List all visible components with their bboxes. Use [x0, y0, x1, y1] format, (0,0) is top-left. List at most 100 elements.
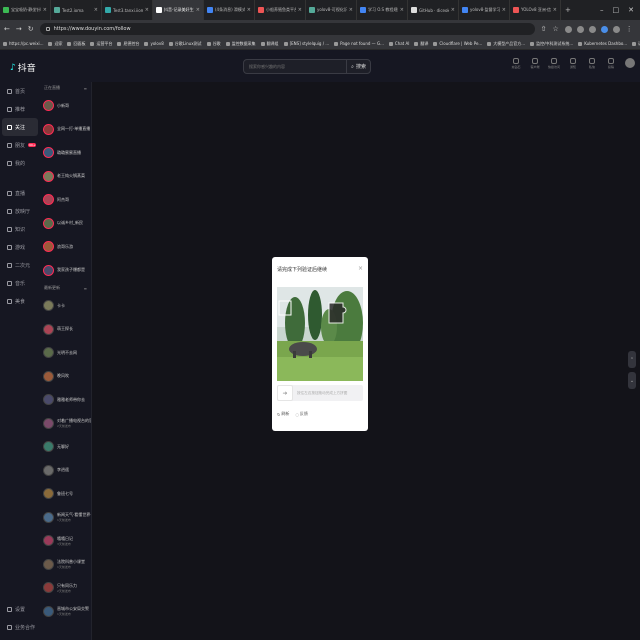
close-window-icon[interactable]: ✕	[628, 6, 634, 14]
following-item[interactable]: 全网一打·单播直播	[40, 118, 91, 142]
profile-avatar-icon[interactable]	[612, 25, 620, 33]
close-tab-icon[interactable]: ×	[94, 7, 98, 13]
next-video-button[interactable]: ⌄	[628, 372, 636, 389]
bookmark-item[interactable]: [ENS] stylelquig / ...	[283, 41, 329, 46]
following-item[interactable]: 光明不去网	[40, 341, 91, 365]
nav-item[interactable]: 音乐	[0, 274, 40, 292]
captcha-close-button[interactable]: ×	[358, 265, 363, 272]
slider-handle[interactable]: ➜	[277, 385, 293, 401]
nav-item[interactable]: 知识	[0, 220, 40, 238]
bookmark-item[interactable]: yolov8	[144, 41, 164, 46]
following-item[interactable]: 嘻嘻日记 3天前发布	[40, 529, 91, 553]
header-action[interactable]: 客户端	[529, 58, 541, 69]
bookmark-item[interactable]: 谷歌	[206, 41, 221, 47]
browser-tab[interactable]: 小船养殖鱼类平台 ×	[255, 0, 306, 20]
close-tab-icon[interactable]: ×	[502, 7, 506, 13]
following-item[interactable]: 无聊好	[40, 435, 91, 459]
bookmark-item[interactable]: 谷歌Linux测试	[168, 41, 202, 47]
list-menu-icon[interactable]: ≡	[84, 286, 87, 291]
nav-item[interactable]: 业务合作	[0, 618, 40, 636]
following-item[interactable]: 雅雅老师带你去	[40, 388, 91, 412]
close-tab-icon[interactable]: ×	[247, 7, 251, 13]
following-item[interactable]: 新闻天气·看懂世界一…1天前发布	[40, 506, 91, 530]
minimize-icon[interactable]: –	[600, 6, 604, 14]
browser-tab[interactable]: YOLOv8 亚洲·信仰×	[510, 0, 561, 20]
close-tab-icon[interactable]: ×	[43, 7, 47, 13]
bookmark-item[interactable]: 监控/中科测试系统...	[530, 41, 573, 47]
url-field[interactable]: https://www.douyin.com/follow	[39, 23, 535, 35]
bookmark-item[interactable]: 大模型产品官方...	[487, 41, 525, 47]
browser-tab[interactable]: 宝宝吸奶·静坐针吹聊×	[0, 0, 51, 20]
bookmark-item[interactable]: https://pc.weixi...	[3, 41, 43, 46]
following-item[interactable]: 对着广播电视台的官方2天前发布	[40, 412, 91, 436]
nav-item[interactable]: 关注	[2, 118, 38, 136]
browser-tab[interactable]: Test3.tanxi.iioma×	[102, 0, 153, 20]
nav-item[interactable]: 我的	[0, 154, 40, 172]
nav-item[interactable]: 推荐	[0, 100, 40, 118]
following-item[interactable]: 以诚乡村_新民	[40, 212, 91, 236]
following-item[interactable]: 卡卡	[40, 294, 91, 318]
following-item[interactable]: 法院科普小课堂 1天前发布	[40, 553, 91, 577]
menu-icon[interactable]: ⋮	[626, 25, 633, 33]
bookmark-item[interactable]: 翻译	[414, 41, 428, 47]
following-item[interactable]: 晋城市公安局交警 1天前发布	[40, 600, 91, 624]
new-tab-button[interactable]: +	[565, 6, 571, 14]
following-item[interactable]: 璐璐蜜蜜直播	[40, 141, 91, 165]
close-tab-icon[interactable]: ×	[145, 7, 149, 13]
header-action[interactable]: 通知	[567, 58, 579, 69]
extension-icon[interactable]	[576, 25, 584, 33]
bookmark-item[interactable]: 翻译组	[260, 41, 279, 47]
bookmark-item[interactable]: 回面板	[67, 41, 85, 47]
header-action[interactable]: 私信	[586, 58, 598, 69]
nav-item[interactable]: 二次元	[0, 256, 40, 274]
close-tab-icon[interactable]: ×	[400, 7, 404, 13]
bookmark-item[interactable]: Page not found — G...	[334, 41, 384, 46]
bookmark-item[interactable]: 迎家	[48, 41, 62, 47]
search-button[interactable]: ⌕ 搜索	[346, 60, 370, 73]
following-item[interactable]: 我家孩子爆都是	[40, 259, 91, 283]
nav-item[interactable]: 游戏	[0, 238, 40, 256]
user-avatar-button[interactable]	[624, 58, 636, 69]
reload-icon[interactable]: ↻	[28, 25, 34, 33]
bookmark-item[interactable]: 语音服务平台	[632, 41, 640, 47]
following-item[interactable]: 只有同乐力 2天前发布	[40, 576, 91, 600]
following-item[interactable]: 浪哥乐游	[40, 235, 91, 259]
header-action[interactable]: 快捷访问	[548, 58, 560, 69]
header-action[interactable]: 投稿	[605, 58, 617, 69]
close-tab-icon[interactable]: ×	[349, 7, 353, 13]
following-item[interactable]: 老王炖火锅蒸菜	[40, 165, 91, 189]
bookmark-item[interactable]: 监控数据采集	[225, 41, 256, 47]
bookmark-item[interactable]: Chat AI	[388, 41, 409, 46]
bookmark-item[interactable]: Kubernetes Dashbo...	[578, 41, 627, 46]
list-menu-icon[interactable]: ≡	[84, 86, 87, 91]
maximize-icon[interactable]: □	[613, 6, 620, 14]
following-item[interactable]: 小新哥	[40, 94, 91, 118]
following-item[interactable]: 阿杰哥	[40, 188, 91, 212]
header-action[interactable]: 充钻石	[510, 58, 522, 69]
close-tab-icon[interactable]: ×	[196, 7, 200, 13]
douyin-logo[interactable]: ♪ 抖音	[10, 61, 36, 75]
browser-tab[interactable]: 学习 O.S 教程规则文×	[357, 0, 408, 20]
extension-icon[interactable]	[588, 25, 596, 33]
prev-video-button[interactable]: ⌃	[628, 351, 636, 368]
following-item[interactable]: 鲁班七号	[40, 482, 91, 506]
nav-item[interactable]: 朋友 99+	[0, 136, 40, 154]
nav-item[interactable]: 美食	[0, 292, 40, 310]
browser-tab[interactable]: yolov8-可视化识图工具×	[306, 0, 357, 20]
close-tab-icon[interactable]: ×	[451, 7, 455, 13]
bookmark-item[interactable]: Cloudflare | Web Pe...	[433, 41, 482, 46]
refresh-button[interactable]: ↻ 刷新	[277, 411, 289, 417]
following-item[interactable]: 晚风吹	[40, 365, 91, 389]
close-tab-icon[interactable]: ×	[553, 7, 557, 13]
browser-tab[interactable]: (4条消息) 滑模式辅助定×	[204, 0, 255, 20]
nav-item[interactable]: 首页	[0, 82, 40, 100]
forward-icon[interactable]: →	[16, 25, 22, 33]
browser-tab[interactable]: 抖音-记录美好生活×	[153, 0, 204, 20]
bookmark-item[interactable]: 屈德控台	[117, 41, 139, 47]
following-item[interactable]: 萌王探长	[40, 318, 91, 342]
nav-item[interactable]: 直播	[0, 184, 40, 202]
share-icon[interactable]: ⇧	[541, 25, 547, 33]
nav-item[interactable]: 设置	[0, 600, 40, 618]
search-input[interactable]	[244, 64, 347, 69]
browser-tab[interactable]: yolov8·监督学习教程×	[459, 0, 510, 20]
